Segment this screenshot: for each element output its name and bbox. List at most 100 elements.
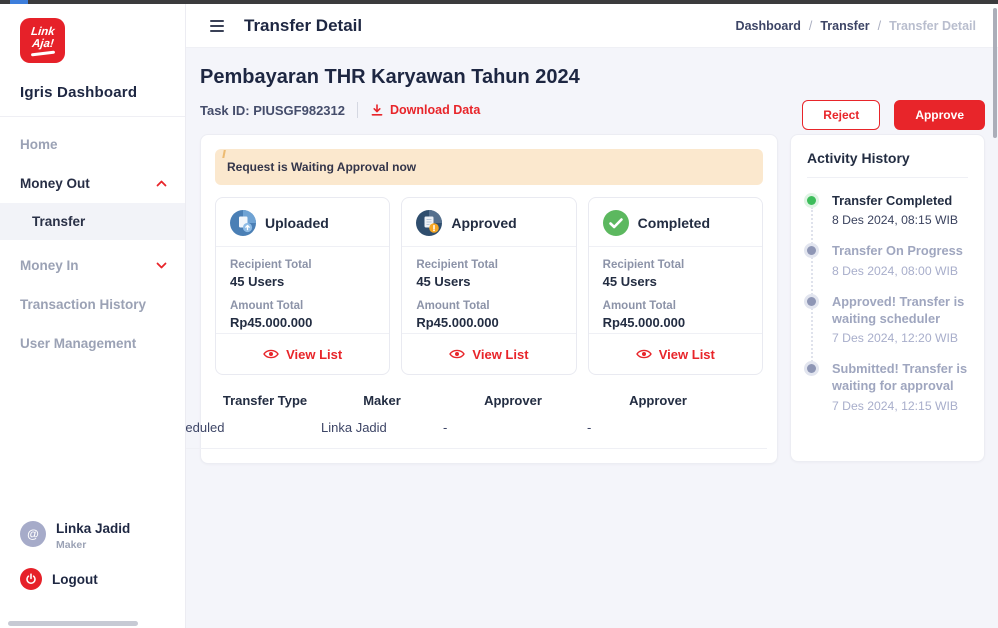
upload-file-icon — [230, 210, 256, 236]
reject-button[interactable]: Reject — [802, 100, 880, 130]
recipient-total-label: Recipient Total — [416, 259, 561, 271]
sidebar-menu: Home Money Out Transfer Money In Transac… — [0, 125, 185, 363]
task-divider — [357, 102, 358, 118]
table-cell-approver-1: - — [443, 420, 447, 435]
logo-text-line1: Link — [30, 26, 55, 38]
info-icon: i — [222, 149, 226, 162]
app-title: Igris Dashboard — [20, 84, 165, 101]
activity-item-title: Transfer On Progress — [832, 242, 968, 259]
sidebar-item-label: Transaction History — [20, 297, 146, 312]
sidebar-item-label: Home — [20, 137, 58, 152]
sidebar-item-money-in[interactable]: Money In — [0, 246, 185, 285]
breadcrumb: Dashboard / Transfer / Transfer Detail — [736, 19, 976, 33]
waiting-approval-banner: i Request is Waiting Approval now — [215, 149, 763, 185]
sidebar-divider — [0, 116, 185, 117]
view-list-label: View List — [286, 347, 342, 362]
sidebar-item-transaction-history[interactable]: Transaction History — [0, 285, 185, 324]
table-header-approver-2: Approver — [603, 393, 713, 408]
sidebar-bottom: @ Linka Jadid Maker Logout — [20, 521, 130, 590]
chevron-down-icon — [156, 262, 167, 269]
view-list-label: View List — [472, 347, 528, 362]
linkaja-logo: Link Aja! — [20, 18, 65, 63]
power-icon — [20, 568, 42, 590]
recipient-total-value: 45 Users — [230, 274, 375, 289]
breadcrumb-transfer[interactable]: Transfer — [820, 19, 869, 33]
view-list-button-uploaded[interactable]: View List — [216, 333, 389, 374]
task-id: Task ID: PIUSGF982312 — [200, 103, 345, 118]
eye-icon — [636, 348, 652, 360]
status-card-approved: Approved Recipient Total 45 Users Amount… — [401, 197, 576, 375]
page-header-title: Transfer Detail — [244, 16, 362, 36]
table-divider — [163, 448, 767, 449]
status-card-title: Uploaded — [265, 215, 329, 231]
approved-file-icon — [416, 210, 442, 236]
logout-label: Logout — [52, 572, 98, 587]
avatar-icon: @ — [27, 527, 39, 541]
menu-icon[interactable] — [208, 16, 226, 36]
alert-message: Request is Waiting Approval now — [227, 160, 416, 174]
activity-item-completed: Transfer Completed 8 Des 2024, 08:15 WIB — [807, 192, 968, 242]
timeline-dot-gray — [807, 246, 816, 255]
amount-total-label: Amount Total — [603, 300, 748, 312]
main-area: Transfer Detail Dashboard / Transfer / T… — [186, 4, 998, 628]
timeline-dot-gray — [807, 364, 816, 373]
breadcrumb-current: Transfer Detail — [889, 19, 976, 33]
table-header-transfer-type: Transfer Type — [210, 393, 320, 408]
sidebar-item-home[interactable]: Home — [0, 125, 185, 164]
sidebar-item-money-out[interactable]: Money Out — [0, 164, 185, 203]
logout-button[interactable]: Logout — [20, 568, 130, 590]
activity-item-date: 8 Des 2024, 08:00 WIB — [832, 264, 968, 278]
view-list-button-approved[interactable]: View List — [402, 333, 575, 374]
activity-item-date: 7 Des 2024, 12:15 WIB — [832, 399, 968, 413]
activity-item-submitted: Submitted! Transfer is waiting for appro… — [807, 360, 968, 428]
transfer-meta-table: Transfer Type Maker Approver Approver Sc… — [215, 393, 763, 449]
sidebar-item-label: User Management — [20, 336, 136, 351]
timeline-dot-green — [807, 196, 816, 205]
status-cards: Uploaded Recipient Total 45 Users Amount… — [215, 197, 763, 375]
chevron-up-icon — [156, 180, 167, 187]
amount-total-value: Rp45.000.000 — [603, 315, 748, 330]
activity-item-approved: Approved! Transfer is waiting scheduler … — [807, 293, 968, 361]
activity-item-date: 8 Des 2024, 08:15 WIB — [832, 213, 968, 227]
page-title: Pembayaran THR Karyawan Tahun 2024 — [200, 66, 978, 89]
activity-item-title: Submitted! Transfer is waiting for appro… — [832, 360, 968, 395]
approve-button[interactable]: Approve — [894, 100, 985, 130]
sidebar-item-label: Money In — [20, 258, 79, 273]
status-card-title: Completed — [638, 215, 710, 231]
activity-item-date: 7 Des 2024, 12:20 WIB — [832, 331, 968, 345]
recipient-total-value: 45 Users — [416, 274, 561, 289]
action-buttons: Reject Approve — [802, 100, 985, 130]
sidebar-item-label: Money Out — [20, 176, 90, 191]
sidebar: Link Aja! Igris Dashboard Home Money Out… — [0, 4, 186, 628]
browser-top-strip — [0, 0, 998, 4]
timeline-dot-gray — [807, 297, 816, 306]
sidebar-item-transfer[interactable]: Transfer — [0, 203, 185, 240]
download-label: Download Data — [390, 103, 480, 117]
user-role: Maker — [56, 539, 130, 551]
user-name: Linka Jadid — [56, 521, 130, 536]
sidebar-item-label: Transfer — [32, 214, 85, 229]
main-header: Transfer Detail Dashboard / Transfer / T… — [186, 4, 998, 48]
check-circle-icon — [603, 210, 629, 236]
breadcrumb-separator: / — [878, 19, 881, 33]
amount-total-label: Amount Total — [416, 300, 561, 312]
download-data-link[interactable]: Download Data — [370, 103, 480, 117]
activity-divider — [807, 177, 968, 178]
sidebar-item-user-management[interactable]: User Management — [0, 324, 185, 363]
recipient-total-value: 45 Users — [603, 274, 748, 289]
table-cell-approver-2: - — [587, 420, 591, 435]
horizontal-scrollbar[interactable] — [8, 621, 138, 626]
recipient-total-label: Recipient Total — [230, 259, 375, 271]
view-list-button-completed[interactable]: View List — [589, 333, 762, 374]
table-header-maker: Maker — [327, 393, 437, 408]
eye-icon — [263, 348, 279, 360]
user-profile: @ Linka Jadid Maker — [20, 521, 130, 551]
activity-history-title: Activity History — [807, 150, 968, 166]
breadcrumb-dashboard[interactable]: Dashboard — [736, 19, 801, 33]
amount-total-value: Rp45.000.000 — [416, 315, 561, 330]
activity-item-on-progress: Transfer On Progress 8 Des 2024, 08:00 W… — [807, 242, 968, 292]
vertical-scrollbar[interactable] — [993, 8, 997, 138]
activity-item-title: Transfer Completed — [832, 192, 968, 209]
transfer-detail-card: i Request is Waiting Approval now U — [200, 134, 778, 464]
amount-total-label: Amount Total — [230, 300, 375, 312]
